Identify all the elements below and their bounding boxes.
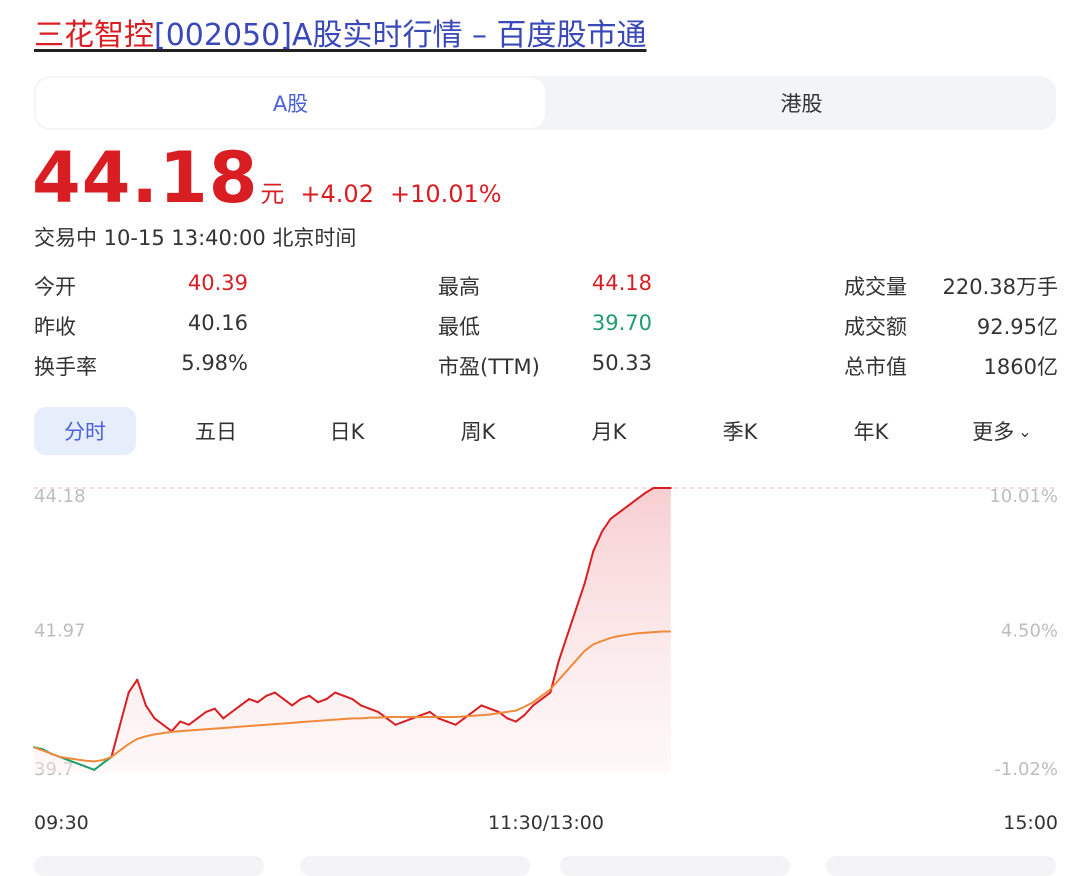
card-stub[interactable] — [560, 856, 790, 876]
stat-label: 市盈(TTM) — [438, 355, 540, 379]
current-price: 44.18 — [32, 137, 259, 219]
y-tick-label-right: 10.01% — [989, 486, 1058, 507]
stat-value-high: 44.18 — [591, 271, 652, 295]
stat-value-turnover: 92.95亿 — [976, 315, 1058, 339]
card-stub[interactable] — [34, 856, 264, 876]
x-tick-label: 11:30/13:00 — [488, 812, 604, 834]
stat-row: 今开 40.39 最高 44.18 成交量 220.38万手 — [34, 266, 1058, 306]
stat-label: 昨收 — [34, 315, 76, 339]
tab-daily-k[interactable]: 日K — [296, 407, 398, 455]
stat-label: 最高 — [438, 275, 480, 299]
price-row: 44.18 元 +4.02 +10.01% — [32, 138, 502, 218]
y-tick-label-right: -1.02% — [994, 759, 1058, 780]
y-axis-right: 10.01% 4.50% -1.02% — [989, 486, 1058, 780]
y-axis-left: 44.1841.9739.7 — [34, 486, 86, 780]
stat-label: 最低 — [438, 315, 480, 339]
period-tabs: 分时 五日 日K 周K 月K 季K 年K 更多 ⌄ — [34, 406, 1058, 456]
stat-label: 总市值 — [844, 355, 907, 379]
trading-status: 交易中 10-15 13:40:00 北京时间 — [34, 226, 357, 250]
stat-value-volume: 220.38万手 — [942, 275, 1058, 299]
stats-grid: 今开 40.39 最高 44.18 成交量 220.38万手 昨收 40.16 最低 39… — [34, 266, 1058, 386]
stat-value-low: 39.70 — [591, 311, 652, 335]
y-tick-label: 41.97 — [34, 621, 86, 642]
intraday-chart[interactable]: 44.1841.9739.7 10.01%4.50%-1.02% 09:3011… — [0, 470, 1080, 870]
tab-monthly-k[interactable]: 月K — [558, 407, 660, 455]
card-stub[interactable] — [300, 856, 530, 876]
tab-intraday[interactable]: 分时 — [34, 407, 136, 455]
stat-label: 成交量 — [844, 275, 907, 299]
card-stub[interactable] — [826, 856, 1056, 876]
tab-5day[interactable]: 五日 — [165, 407, 267, 455]
title-link[interactable]: 三花智控[002050]A股实时行情 – 百度股市通 — [34, 18, 647, 53]
price-change: +4.02 — [300, 180, 374, 208]
tab-a-share[interactable]: A股 — [36, 78, 545, 128]
x-tick-label: 15:00 — [1003, 812, 1058, 834]
price-area — [34, 488, 671, 773]
stat-value-open: 40.39 — [187, 271, 248, 295]
tab-more[interactable]: 更多 ⌄ — [951, 407, 1053, 455]
tab-yearly-k[interactable]: 年K — [820, 407, 922, 455]
tab-hk-share[interactable]: 港股 — [547, 76, 1056, 130]
bottom-cards — [0, 852, 1080, 876]
stat-value-prev-close: 40.16 — [187, 311, 248, 335]
stat-row: 昨收 40.16 最低 39.70 成交额 92.95亿 — [34, 306, 1058, 346]
chevron-down-icon: ⌄ — [1018, 421, 1032, 441]
stat-label: 今开 — [34, 275, 76, 299]
stat-value-turnover-rate: 5.98% — [181, 351, 248, 375]
tab-quarterly-k[interactable]: 季K — [689, 407, 791, 455]
x-axis: 09:30 11:30/13:00 15:00 — [34, 812, 1058, 834]
title-suffix: [002050]A股实时行情 – 百度股市通 — [154, 18, 647, 53]
market-tabs: A股 港股 — [34, 76, 1056, 130]
y-tick-label: 44.18 — [34, 486, 86, 507]
x-tick-label: 09:30 — [34, 812, 89, 834]
price-unit: 元 — [260, 180, 285, 208]
tab-weekly-k[interactable]: 周K — [427, 407, 529, 455]
stat-row: 换手率 5.98% 市盈(TTM) 50.33 总市值 1860亿 — [34, 346, 1058, 386]
page-title[interactable]: 三花智控[002050]A股实时行情 – 百度股市通 — [34, 14, 647, 58]
y-tick-label-right: 4.50% — [1001, 621, 1058, 642]
more-label: 更多 — [972, 420, 1015, 444]
stock-name: 三花智控 — [34, 18, 154, 53]
price-change-pct: +10.01% — [389, 180, 502, 208]
stat-label: 成交额 — [844, 315, 907, 339]
stat-label: 换手率 — [34, 355, 97, 379]
stat-value-pe: 50.33 — [591, 351, 652, 375]
stat-value-market-cap: 1860亿 — [983, 355, 1058, 379]
